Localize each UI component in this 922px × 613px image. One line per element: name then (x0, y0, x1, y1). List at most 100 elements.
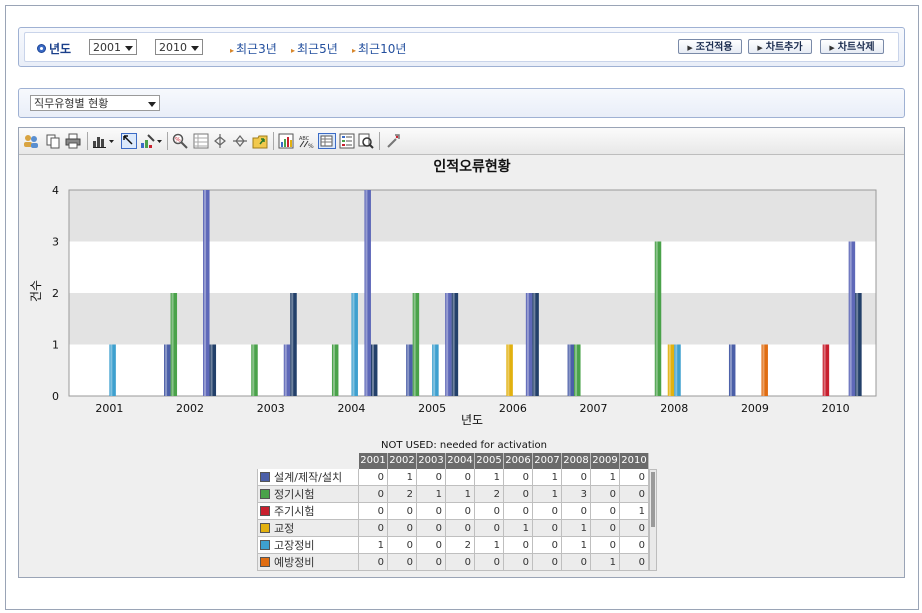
zoom-icon[interactable]: % (172, 133, 188, 149)
grid-band (69, 190, 876, 242)
table-cell: 0 (475, 554, 504, 571)
table-cell: 0 (620, 520, 649, 537)
quick-recent-5y[interactable]: ▸ 최근5년 (291, 40, 338, 57)
series-name: 교정 (274, 522, 295, 535)
table-scrollbar[interactable] (649, 469, 657, 571)
bar[interactable] (855, 293, 862, 396)
bar-highlight (533, 293, 536, 396)
table-cell: 0 (533, 520, 562, 537)
bar[interactable] (667, 344, 675, 397)
legend-swatch (260, 557, 270, 567)
x-axis-label: 년도 (461, 413, 483, 427)
fit-icon[interactable] (121, 133, 137, 149)
bar[interactable] (674, 344, 681, 397)
table-row: 정기시험 0 2 1 1 2 0 1 3 0 0 (257, 486, 649, 503)
to-year-select[interactable]: 2010 (155, 39, 203, 55)
table-cell: 1 (591, 554, 620, 571)
table-cell: 1 (475, 469, 504, 486)
bar[interactable] (445, 293, 452, 396)
bar-chart-icon[interactable] (92, 133, 116, 149)
series-name: 설계/제작/설치 (274, 471, 343, 484)
triangle-icon: ▸ (230, 46, 235, 55)
bar[interactable] (567, 344, 575, 397)
table-cell: 1 (620, 503, 649, 520)
plot-area (68, 189, 877, 397)
bar[interactable] (574, 344, 581, 397)
users-icon[interactable] (23, 133, 39, 149)
button-label: 차트삭제 (837, 42, 875, 53)
bar[interactable] (822, 344, 830, 397)
bar[interactable] (109, 344, 116, 397)
table-cell: 0 (504, 503, 533, 520)
bar[interactable] (251, 344, 258, 397)
bar[interactable] (283, 344, 291, 397)
rotate-h-icon[interactable] (212, 133, 228, 149)
bar[interactable] (848, 241, 856, 397)
scrollbar-thumb[interactable] (651, 472, 655, 527)
quick-recent-10y[interactable]: ▸ 최근10년 (352, 40, 406, 57)
bar[interactable] (364, 190, 371, 396)
bar[interactable] (331, 344, 339, 397)
bar[interactable] (432, 344, 439, 397)
y-tick-label: 1 (52, 339, 59, 352)
bar[interactable] (532, 293, 539, 396)
bar[interactable] (412, 293, 420, 396)
tools-icon[interactable] (385, 133, 401, 149)
bar[interactable] (290, 293, 297, 396)
grid-band (69, 241, 876, 293)
bar[interactable] (451, 293, 459, 396)
button-label: 조건적용 (695, 42, 733, 53)
rotate-v-icon[interactable] (232, 133, 248, 149)
export-icon[interactable] (252, 133, 268, 149)
bar[interactable] (351, 293, 358, 396)
table-cell: 1 (504, 520, 533, 537)
bar[interactable] (525, 293, 533, 396)
copy-icon[interactable] (45, 133, 61, 149)
bar[interactable] (370, 344, 378, 397)
series-name: 예방정비 (274, 556, 315, 569)
legend-icon[interactable] (339, 133, 355, 149)
bar-highlight (371, 344, 374, 396)
data-label-icon[interactable]: ABC% (298, 133, 314, 149)
add-chart-button[interactable]: ▶ 차트추가 (748, 39, 812, 54)
bar-highlight (284, 344, 287, 396)
bar-highlight (252, 344, 255, 396)
year-label: 년도 (37, 40, 71, 57)
table-cell: 0 (591, 503, 620, 520)
bar[interactable] (761, 344, 768, 397)
toolbar-separator (87, 132, 88, 150)
grid-icon[interactable] (193, 133, 209, 149)
table-cell: 3 (562, 486, 591, 503)
apply-condition-button[interactable]: ▶ 조건적용 (678, 39, 742, 54)
bar[interactable] (506, 344, 513, 397)
filter-panel: 년도 2001 ~ 2010 ▸최근3년 ▸최근5년 ▸최근10년 ▶조건적용 … (18, 27, 905, 67)
delete-chart-button[interactable]: ▶ 차트삭제 (820, 39, 884, 54)
bar[interactable] (203, 190, 210, 396)
button-label: 차트추가 (765, 42, 803, 53)
bar-highlight (446, 293, 449, 396)
x-tick-label: 2009 (741, 402, 769, 415)
bar[interactable] (164, 344, 171, 397)
bar[interactable] (170, 293, 178, 396)
bar-highlight (365, 190, 368, 396)
from-year-select[interactable]: 2001 (89, 39, 137, 55)
job-type-select[interactable]: 직무유형별 현황 (30, 95, 160, 111)
bar[interactable] (406, 344, 413, 397)
x-tick-label: 2001 (95, 402, 123, 415)
magnify-icon[interactable] (358, 133, 374, 149)
chart-gallery-icon[interactable] (278, 133, 294, 149)
table-cell: 0 (388, 520, 417, 537)
series-name: 고장정비 (274, 539, 315, 552)
print-icon[interactable] (65, 133, 81, 149)
table-header-cell: 2010 (620, 453, 649, 469)
bar[interactable] (209, 344, 217, 397)
triangle-icon: ▶ (687, 44, 693, 52)
chart-title: 인적오류현황 (433, 158, 510, 175)
table-row: 교정 0 0 0 0 0 1 0 1 0 0 (257, 520, 649, 537)
paint-icon[interactable] (140, 133, 164, 149)
bar[interactable] (654, 241, 662, 397)
bar-highlight (413, 293, 416, 396)
bar[interactable] (728, 344, 736, 397)
quick-recent-3y[interactable]: ▸ 최근3년 (230, 40, 277, 57)
data-table-icon[interactable] (318, 133, 336, 149)
